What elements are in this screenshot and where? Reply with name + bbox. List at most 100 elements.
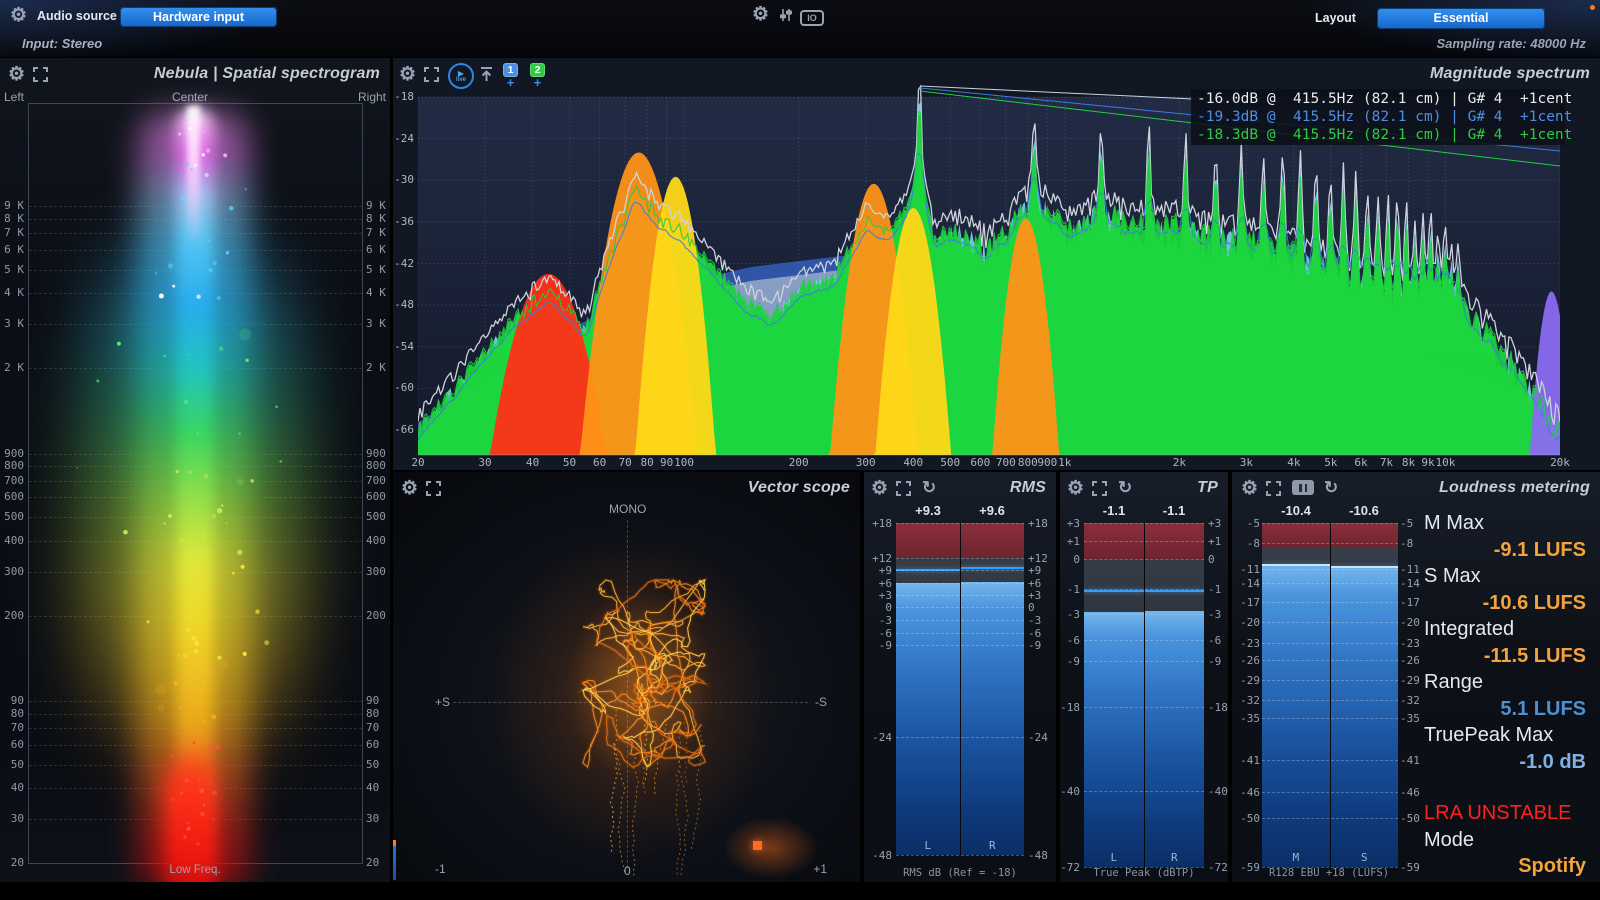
spectrogram-fullscreen-icon[interactable]: [33, 67, 48, 87]
mode-value[interactable]: Spotify: [1424, 853, 1586, 880]
loudness-peak-values: -10.4-10.6: [1262, 503, 1398, 519]
loudness-grid-line: [1262, 583, 1398, 584]
spectrum-settings-gear-icon[interactable]: ⚙: [399, 65, 416, 84]
loudness-grid-line: [1262, 569, 1398, 570]
loudness-panel-title: Loudness metering: [1439, 479, 1590, 497]
rms-meter-panel: ⚙ ↻ RMS +9.3+9.6 +18+12+9+6+30-3-6-9-24-…: [864, 472, 1056, 882]
loudness-fullscreen-icon[interactable]: [1266, 481, 1281, 501]
pan-minus1-label: -1: [435, 862, 446, 876]
tp-grid-line: [1084, 589, 1204, 590]
db-tick-label: -48: [393, 298, 414, 311]
tp-caption: True Peak (dBTP): [1060, 867, 1228, 879]
spatial-spectrogram-panel: ⚙ Nebula | Spatial spectrogram Left Cent…: [0, 58, 390, 882]
rms-bar-R: R: [961, 523, 1025, 855]
tp-scale-tick: +3: [1208, 517, 1221, 530]
add-overlay-2-icon[interactable]: +: [534, 77, 542, 88]
freq-tick-label: 400: [896, 456, 930, 469]
loudness-settings-gear-icon[interactable]: ⚙: [1241, 479, 1258, 498]
red-zone: [896, 523, 960, 558]
freq-tick-label: 400: [366, 534, 386, 547]
freq-tick-label: 9 K: [4, 199, 24, 212]
spectrum-fullscreen-icon[interactable]: [424, 67, 439, 87]
loudness-grid-line: [1262, 643, 1398, 644]
layout-preset-button[interactable]: Essential: [1377, 8, 1545, 29]
loudness-metering-panel: ⚙ ↻ Loudness metering -10.4-10.6 -5-8-11…: [1232, 472, 1600, 882]
channel-label: L: [896, 839, 960, 852]
peak-hold-line: [1145, 590, 1205, 592]
tp-fullscreen-icon[interactable]: [1092, 481, 1107, 501]
freq-tick-label: 80: [366, 707, 379, 720]
live-play-button[interactable]: ▶ live: [448, 63, 474, 89]
db-tick-label: -66: [393, 423, 414, 436]
freq-tick-label: 5 K: [4, 263, 24, 276]
level-fill: [896, 583, 960, 855]
layout-label: Layout: [1315, 11, 1356, 25]
loudness-pause-button[interactable]: [1292, 480, 1314, 495]
vectorscope-settings-gear-icon[interactable]: ⚙: [401, 479, 418, 498]
cursor-readout-box: -16.0dB @ 415.5Hz (82.1 cm) | G# 4 +1cen…: [1191, 89, 1565, 145]
loudness-bars: MS: [1262, 523, 1398, 867]
overlay-channel-2-button[interactable]: 2 +: [530, 63, 545, 88]
rms-scale-tick: -48: [1028, 849, 1048, 862]
loudness-scale-tick: -5: [1400, 517, 1413, 530]
rms-settings-gear-icon[interactable]: ⚙: [871, 479, 888, 498]
rms-scale-tick: -24: [872, 731, 892, 744]
global-settings-gear-icon[interactable]: ⚙: [752, 5, 769, 24]
loudness-scale-tick: -17: [1400, 596, 1420, 609]
rms-fullscreen-icon[interactable]: [896, 481, 911, 501]
loudness-grid-line: [1262, 680, 1398, 681]
channel-label: S: [1331, 851, 1399, 864]
loudness-scale-tick: -46: [1400, 786, 1420, 799]
freq-tick-label: 200: [4, 609, 24, 622]
peak-hold-arrow-icon[interactable]: [479, 66, 494, 87]
add-overlay-1-icon[interactable]: +: [507, 77, 515, 88]
loudness-scale-tick: -26: [1240, 654, 1260, 667]
lra-alert: LRA UNSTABLE: [1424, 800, 1586, 827]
vectorscope-fullscreen-icon[interactable]: [426, 481, 441, 501]
rms-bar-L: L: [896, 523, 960, 855]
loudness-scale-tick: -46: [1240, 786, 1260, 799]
rms-bars: LR: [896, 523, 1024, 855]
channel-label: M: [1262, 851, 1330, 864]
mono-axis-label: MONO: [609, 502, 646, 516]
tp-scale-right: +3+10-1-3-6-9-18-40-72: [1206, 523, 1226, 867]
channel-center-label: Center: [172, 90, 208, 104]
rms-scale-right: +18+12+9+6+30-3-6-9-24-48: [1026, 523, 1054, 855]
rms-caption: RMS dB (Ref = -18): [864, 867, 1056, 879]
tp-scale-tick: -9: [1208, 655, 1221, 668]
rms-scale-tick: -3: [1028, 614, 1041, 627]
spectrogram-settings-gear-icon[interactable]: ⚙: [8, 65, 25, 84]
loudness-grid-line: [1262, 602, 1398, 603]
tp-scale-tick: +1: [1067, 535, 1080, 548]
loudness-scale-tick: -8: [1400, 537, 1413, 550]
rms-reset-icon[interactable]: ↻: [922, 478, 936, 498]
hardware-input-button[interactable]: Hardware input: [120, 7, 277, 27]
tp-settings-gear-icon[interactable]: ⚙: [1067, 479, 1084, 498]
freq-tick-label: 40: [516, 456, 550, 469]
loudness-scale-tick: -5: [1247, 517, 1260, 530]
db-tick-label: -60: [393, 381, 414, 394]
rms-scale-tick: -9: [879, 639, 892, 652]
rms-panel-title: RMS: [1010, 479, 1046, 497]
rms-grid-line: [896, 607, 1024, 608]
stat-value: 5.1 LUFS: [1424, 696, 1586, 723]
audio-settings-gear-icon[interactable]: ⚙: [10, 6, 27, 25]
overlay-channel-1-button[interactable]: 1 +: [503, 63, 518, 88]
loudness-scale-left: -5-8-11-14-17-20-23-26-29-32-35-41-46-50…: [1234, 523, 1262, 867]
mixer-sliders-icon[interactable]: [778, 7, 794, 28]
rms-grid-line: [896, 558, 1024, 559]
tp-scale-tick: -18: [1208, 701, 1228, 714]
loudness-value-S: -10.6: [1330, 503, 1398, 519]
tp-grid-line: [1084, 707, 1204, 708]
freq-tick-label: 1k: [1048, 456, 1082, 469]
freq-tick-label: 300: [849, 456, 883, 469]
loudness-reset-icon[interactable]: ↻: [1324, 478, 1338, 498]
play-icon: ▶: [458, 70, 464, 77]
stat-value: -11.5 LUFS: [1424, 643, 1586, 670]
tp-reset-icon[interactable]: ↻: [1118, 478, 1132, 498]
freq-tick-label: 80: [11, 707, 24, 720]
io-routing-icon[interactable]: IO: [800, 8, 824, 26]
spectrogram-panel-title: Nebula | Spatial spectrogram: [154, 65, 380, 83]
freq-tick-label: 20: [401, 456, 435, 469]
freq-tick-label: 8 K: [366, 212, 386, 225]
